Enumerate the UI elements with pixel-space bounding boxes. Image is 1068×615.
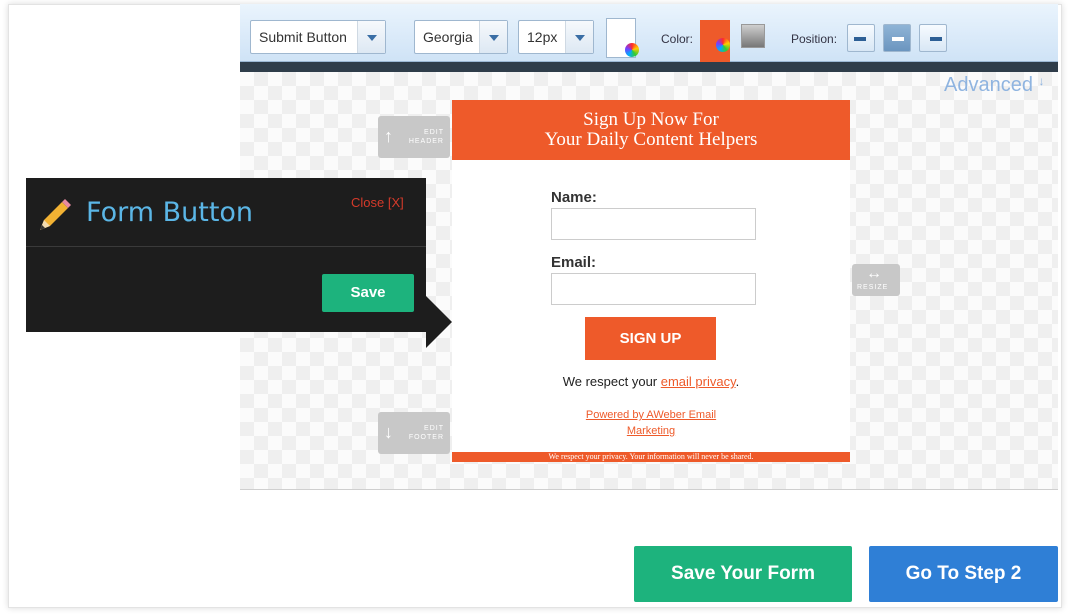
font-select[interactable]: Georgia	[414, 20, 508, 54]
size-select[interactable]: 12px	[518, 20, 594, 54]
edit-header-label: EDIT HEADER	[408, 129, 444, 145]
email-label: Email:	[551, 254, 597, 271]
go-to-step-2-button[interactable]: Go To Step 2	[869, 546, 1058, 602]
toolbar-divider-band	[240, 62, 1058, 72]
pencil-icon	[34, 196, 74, 236]
close-button[interactable]: Close [X]	[351, 195, 404, 210]
signup-form-preview: Sign Up Now For Your Daily Content Helpe…	[452, 100, 850, 462]
name-label: Name:	[551, 189, 597, 206]
privacy-note: We respect your email privacy.	[452, 374, 850, 389]
arrow-down-icon: ↓	[384, 422, 394, 442]
align-left-button[interactable]	[847, 24, 875, 52]
form-editor: Submit Button Georgia 12px Color: Positi…	[0, 0, 1068, 615]
font-select-value: Georgia	[423, 29, 473, 45]
save-form-button[interactable]: Save Your Form	[634, 546, 852, 602]
privacy-note-suffix: .	[735, 374, 740, 389]
background-color-swatch[interactable]	[606, 18, 639, 58]
powered-by-line2: Marketing	[626, 425, 676, 437]
email-privacy-link[interactable]: email privacy	[661, 374, 736, 389]
advanced-label: Advanced	[944, 74, 1033, 96]
text-color-swatch[interactable]	[700, 20, 730, 64]
resize-arrows-icon: ↔	[866, 265, 883, 282]
advanced-toggle[interactable]: Advanced ↓	[944, 74, 1045, 97]
name-field[interactable]	[551, 208, 756, 240]
privacy-note-prefix: We respect your	[562, 374, 661, 389]
resize-label: RESIZE	[857, 284, 889, 291]
edit-footer-handle[interactable]: ↓ EDIT FOOTER	[378, 412, 450, 454]
color-wheel-icon[interactable]	[625, 43, 639, 57]
align-center-button[interactable]	[883, 24, 911, 52]
save-button[interactable]: Save	[322, 274, 414, 312]
color-label: Color:	[661, 32, 694, 46]
style-toolbar: Submit Button Georgia 12px Color: Positi…	[240, 4, 1058, 64]
form-header-line1: Sign Up Now For	[583, 109, 719, 130]
form-button-popover: Form Button Close [X] Save	[26, 178, 426, 332]
double-chevron-down-icon: ↓	[1038, 74, 1045, 88]
powered-by-line1: Powered by AWeber Email	[585, 409, 717, 421]
chevron-down-icon[interactable]	[479, 21, 507, 53]
arrow-up-icon: ↑	[384, 126, 394, 146]
edit-header-handle[interactable]: ↑ EDIT HEADER	[378, 116, 450, 158]
position-label: Position:	[791, 32, 838, 46]
chevron-down-icon[interactable]	[565, 21, 593, 53]
element-select-value: Submit Button	[259, 29, 347, 45]
popover-divider	[26, 246, 426, 247]
sign-up-button[interactable]: SIGN UP	[585, 317, 716, 360]
chevron-down-icon[interactable]	[357, 21, 385, 53]
gradient-swatch[interactable]	[741, 24, 765, 48]
size-select-value: 12px	[527, 29, 558, 45]
powered-by-link[interactable]: Powered by AWeber Email Marketing	[566, 407, 736, 439]
form-footer[interactable]: We respect your privacy. Your informatio…	[452, 452, 850, 462]
align-right-button[interactable]	[919, 24, 947, 52]
form-header-line2: Your Daily Content Helpers	[544, 129, 758, 150]
edit-footer-label: EDIT FOOTER	[408, 425, 444, 441]
popover-title: Form Button	[86, 197, 254, 228]
form-header[interactable]: Sign Up Now For Your Daily Content Helpe…	[452, 100, 850, 160]
resize-handle[interactable]: ↔ RESIZE	[852, 264, 900, 296]
color-wheel-icon[interactable]	[716, 38, 730, 52]
email-field[interactable]	[551, 273, 756, 305]
element-select[interactable]: Submit Button	[250, 20, 386, 54]
popover-pointer	[426, 296, 452, 348]
